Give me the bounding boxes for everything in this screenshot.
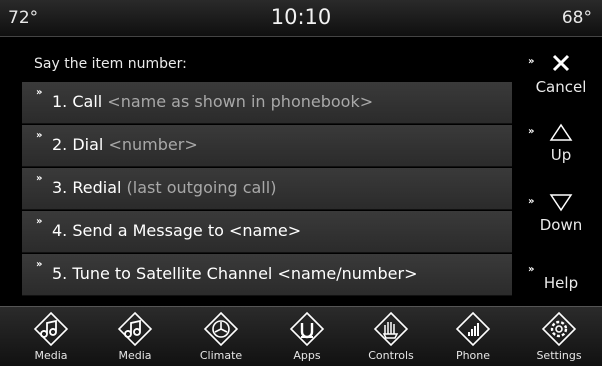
- music-note-icon: [32, 310, 70, 348]
- clock: 10:10: [270, 5, 332, 29]
- dock-label: Controls: [368, 349, 414, 362]
- item-hint: (last outgoing call): [121, 178, 277, 197]
- dock-controls-button[interactable]: Controls: [358, 310, 424, 362]
- scroll-down-button[interactable]: » Down: [520, 192, 602, 234]
- voice-icon: »: [528, 56, 535, 67]
- dock-settings-button[interactable]: Settings: [526, 310, 592, 362]
- dock-phone-button[interactable]: Phone: [440, 310, 506, 362]
- list-item-call[interactable]: » 1. Call <name as shown in phonebook>: [22, 82, 512, 124]
- item-hint: <number>: [103, 135, 198, 154]
- dock-label: Media: [118, 349, 152, 362]
- phone-signal-icon: [454, 310, 492, 348]
- voice-command-list: Say the item number: » 1. Call <name as …: [22, 50, 512, 300]
- voice-prompt: Say the item number:: [34, 56, 187, 72]
- dock-label: Media: [34, 349, 68, 362]
- item-label: 5. Tune to Satellite Channel <name/numbe…: [52, 264, 418, 283]
- item-label: 2. Dial: [52, 135, 104, 154]
- scroll-up-button[interactable]: » Up: [520, 122, 602, 164]
- dock-media-button-2[interactable]: Media: [102, 310, 168, 362]
- voice-icon: »: [36, 173, 43, 184]
- down-label: Down: [539, 216, 583, 234]
- voice-icon: »: [528, 264, 535, 275]
- side-controls: » Cancel » Up » Down » Help: [520, 48, 602, 303]
- voice-icon: »: [36, 259, 43, 270]
- bottom-dock: Media Media Climate Apps Controls Phone: [0, 306, 602, 366]
- apps-icon: [288, 310, 326, 348]
- status-bar: 72° 10:10 68°: [0, 0, 602, 37]
- help-button[interactable]: » Help: [520, 262, 602, 292]
- cancel-button[interactable]: » Cancel: [520, 52, 602, 96]
- gear-icon: [540, 310, 578, 348]
- help-label: Help: [543, 274, 579, 292]
- voice-icon: »: [528, 196, 535, 207]
- voice-icon: »: [36, 216, 43, 227]
- list-item-tune-satellite[interactable]: » 5. Tune to Satellite Channel <name/num…: [22, 254, 512, 296]
- item-label: 3. Redial: [52, 178, 122, 197]
- list-item-send-message[interactable]: » 4. Send a Message to <name>: [22, 211, 512, 253]
- dock-label: Climate: [199, 349, 243, 362]
- dock-label: Settings: [536, 349, 582, 362]
- item-label: 4. Send a Message to <name>: [52, 221, 302, 240]
- item-label: 1. Call: [52, 92, 103, 111]
- music-note-icon: [116, 310, 154, 348]
- cancel-label: Cancel: [535, 78, 587, 96]
- dock-climate-button[interactable]: Climate: [188, 310, 254, 362]
- climate-fan-icon: [202, 310, 240, 348]
- item-hint: <name as shown in phonebook>: [102, 92, 374, 111]
- dock-label: Phone: [455, 349, 491, 362]
- controls-hand-icon: [372, 310, 410, 348]
- voice-icon: »: [36, 87, 43, 98]
- voice-icon: »: [528, 126, 535, 137]
- dock-media-button[interactable]: Media: [18, 310, 84, 362]
- outside-temperature-right: 68°: [561, 8, 592, 28]
- dock-label: Apps: [293, 349, 321, 362]
- list-item-dial[interactable]: » 2. Dial <number>: [22, 125, 512, 167]
- list-item-redial[interactable]: » 3. Redial (last outgoing call): [22, 168, 512, 210]
- dock-apps-button[interactable]: Apps: [274, 310, 340, 362]
- voice-icon: »: [36, 130, 43, 141]
- up-label: Up: [550, 146, 572, 164]
